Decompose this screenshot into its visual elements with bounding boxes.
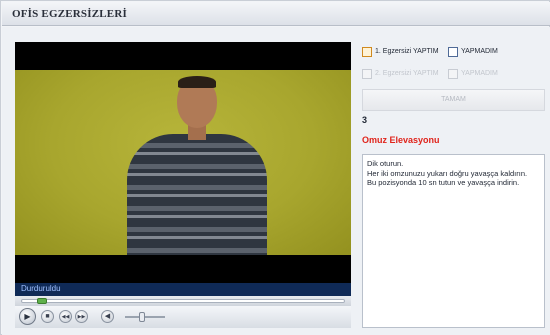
exercise2-not-done-label[interactable]: YAPMADIM xyxy=(461,70,498,77)
previous-icon: ◀◀ xyxy=(61,314,70,320)
player-controls: ▶ ■ ◀◀ ▶▶ ◀ xyxy=(15,306,351,328)
volume-slider[interactable] xyxy=(125,316,165,318)
exercise1-done-label[interactable]: 1. Egzersizi YAPTIM xyxy=(375,48,439,55)
next-icon: ▶▶ xyxy=(77,314,86,320)
instructions-box[interactable]: Dik oturun. Her iki omzunuzu yukarı doğr… xyxy=(362,154,545,328)
person-hair xyxy=(178,76,216,88)
instructions-text: Dik oturun. Her iki omzunuzu yukarı doğr… xyxy=(367,159,528,187)
media-player: Durduruldu ▶ ■ ◀◀ ▶▶ ◀ xyxy=(15,42,351,328)
seek-bar-area xyxy=(15,296,351,306)
title-bar: OFİS EGZERSİZLERİ xyxy=(2,2,550,26)
exercise1-done-checkbox[interactable] xyxy=(362,47,372,57)
speaker-icon: ◀ xyxy=(104,313,111,320)
exercise2-row: 2. Egzersizi YAPTIM YAPMADIM xyxy=(362,68,545,82)
next-button[interactable]: ▶▶ xyxy=(75,310,88,323)
previous-button[interactable]: ◀◀ xyxy=(59,310,72,323)
exercise2-not-done-checkbox[interactable] xyxy=(448,69,458,79)
exercise2-done-checkbox[interactable] xyxy=(362,69,372,79)
seek-thumb[interactable] xyxy=(36,298,47,304)
exercise-title: Omuz Elevasyonu xyxy=(362,135,440,145)
video-frame xyxy=(15,70,351,255)
video-display[interactable] xyxy=(15,42,351,283)
exercise1-not-done-label[interactable]: YAPMADIM xyxy=(461,48,498,55)
player-status-bar: Durduruldu xyxy=(15,283,351,296)
person-torso xyxy=(127,134,267,255)
exercise2-done-label[interactable]: 2. Egzersizi YAPTIM xyxy=(375,70,439,77)
exercise1-row: 1. Egzersizi YAPTIM YAPMADIM xyxy=(362,46,545,60)
ok-button[interactable]: TAMAM xyxy=(362,89,545,111)
player-status-text: Durduruldu xyxy=(21,284,61,293)
seek-bar[interactable] xyxy=(21,299,345,303)
exercise-counter: 3 xyxy=(362,115,368,125)
mute-button[interactable]: ◀ xyxy=(101,310,114,323)
play-icon: ▶ xyxy=(24,312,31,321)
window-title: OFİS EGZERSİZLERİ xyxy=(12,8,127,20)
exercise1-not-done-checkbox[interactable] xyxy=(448,47,458,57)
stop-button[interactable]: ■ xyxy=(41,310,54,323)
volume-thumb[interactable] xyxy=(138,312,145,322)
play-button[interactable]: ▶ xyxy=(19,308,36,325)
stop-icon: ■ xyxy=(45,313,50,320)
